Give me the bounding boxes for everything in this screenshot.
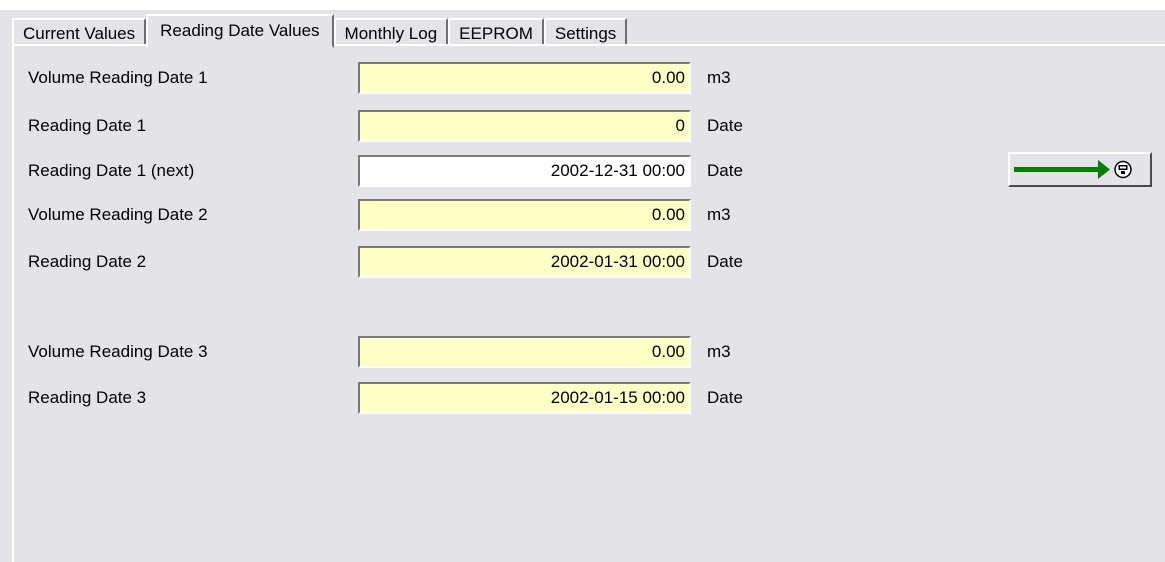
reading-date-1-field[interactable]: 0 xyxy=(358,110,691,142)
reading-date-3-unit: Date xyxy=(707,388,743,407)
volume-reading-date-3-unit: m3 xyxy=(707,342,731,361)
reading-date-3-field[interactable]: 2002-01-15 00:00 xyxy=(358,382,691,414)
tab-current-values[interactable]: Current Values xyxy=(12,18,147,46)
reading-date-1-next-label: Reading Date 1 (next) xyxy=(28,161,195,180)
tab-reading-date-values[interactable]: Reading Date Values xyxy=(146,14,334,48)
device-icon xyxy=(1114,160,1132,179)
reading-date-2-label: Reading Date 2 xyxy=(28,252,147,271)
reading-date-1-next-field[interactable]: 2002-12-31 00:00 xyxy=(358,155,691,187)
volume-reading-date-1-field[interactable]: 0.00 xyxy=(358,62,691,94)
tab-bar: Current Values Reading Date Values Month… xyxy=(12,12,628,48)
volume-reading-date-2-field[interactable]: 0.00 xyxy=(358,199,691,231)
volume-reading-date-2-label: Volume Reading Date 2 xyxy=(28,205,208,224)
reading-date-3-label: Reading Date 3 xyxy=(28,388,147,407)
volume-reading-date-1-unit: m3 xyxy=(707,68,731,87)
volume-reading-date-2-unit: m3 xyxy=(707,205,731,224)
send-next-reading-date-button[interactable] xyxy=(1008,152,1152,187)
reading-date-1-unit: Date xyxy=(707,116,743,135)
top-strip xyxy=(0,0,1165,10)
green-arrow-right-icon xyxy=(1014,160,1132,179)
panel-left-border xyxy=(12,44,14,562)
reading-date-2-field[interactable]: 2002-01-31 00:00 xyxy=(358,246,691,278)
reading-date-1-label: Reading Date 1 xyxy=(28,116,147,135)
volume-reading-date-3-field[interactable]: 0.00 xyxy=(358,336,691,368)
volume-reading-date-1-label: Volume Reading Date 1 xyxy=(28,68,208,87)
tab-settings[interactable]: Settings xyxy=(543,18,628,46)
tab-monthly-log[interactable]: Monthly Log xyxy=(333,18,449,46)
reading-date-1-next-unit: Date xyxy=(707,161,743,180)
tab-eeprom[interactable]: EEPROM xyxy=(448,18,544,46)
reading-date-values-window: Current Values Reading Date Values Month… xyxy=(0,0,1165,562)
volume-reading-date-3-label: Volume Reading Date 3 xyxy=(28,342,208,361)
reading-date-2-unit: Date xyxy=(707,252,743,271)
